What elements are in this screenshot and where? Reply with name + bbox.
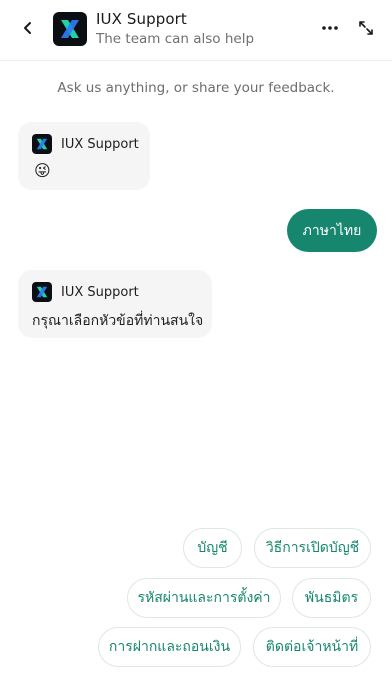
page-subtitle: The team can also help <box>96 31 255 47</box>
quick-reply-partners[interactable]: พันธมิตร <box>292 578 371 618</box>
quick-reply-password-settings[interactable]: รหัสผ่านและการตั้งค่า <box>127 578 281 618</box>
bot-message: IUX Support 😜 <box>18 122 150 190</box>
iux-logo <box>32 134 52 154</box>
sender-name: IUX Support <box>61 136 139 152</box>
chevron-left-icon <box>24 22 31 34</box>
message-sender: IUX Support <box>32 134 139 154</box>
quick-reply-contact-staff[interactable]: ติดต่อเจ้าหน้าที่ <box>253 627 371 667</box>
message-text: กรุณาเลือกหัวข้อที่ท่านสนใจ <box>32 313 204 329</box>
more-horizontal-icon <box>322 26 338 30</box>
page-title: IUX Support <box>96 10 187 28</box>
quick-reply-deposit-withdraw[interactable]: การฝากและถอนเงิน <box>98 627 241 667</box>
iux-logo <box>32 282 52 302</box>
bot-message: IUX Support กรุณาเลือกหัวข้อที่ท่านสนใจ <box>18 270 212 338</box>
message-sender: IUX Support <box>32 282 139 302</box>
sender-name: IUX Support <box>61 284 139 300</box>
message-text: 😜 <box>34 161 51 180</box>
iux-logo <box>53 12 87 46</box>
intro-text: Ask us anything, or share your feedback. <box>57 80 335 96</box>
user-message: ภาษาไทย <box>287 209 377 252</box>
back-button[interactable] <box>16 16 40 40</box>
quick-reply-open-account[interactable]: วิธีการเปิดบัญชี <box>254 528 371 568</box>
expand-icon <box>359 21 373 35</box>
more-options-button[interactable] <box>317 16 343 40</box>
quick-reply-account[interactable]: บัญชี <box>183 528 242 568</box>
chat-header: IUX Support The team can also help <box>0 0 392 61</box>
expand-button[interactable] <box>354 16 378 40</box>
